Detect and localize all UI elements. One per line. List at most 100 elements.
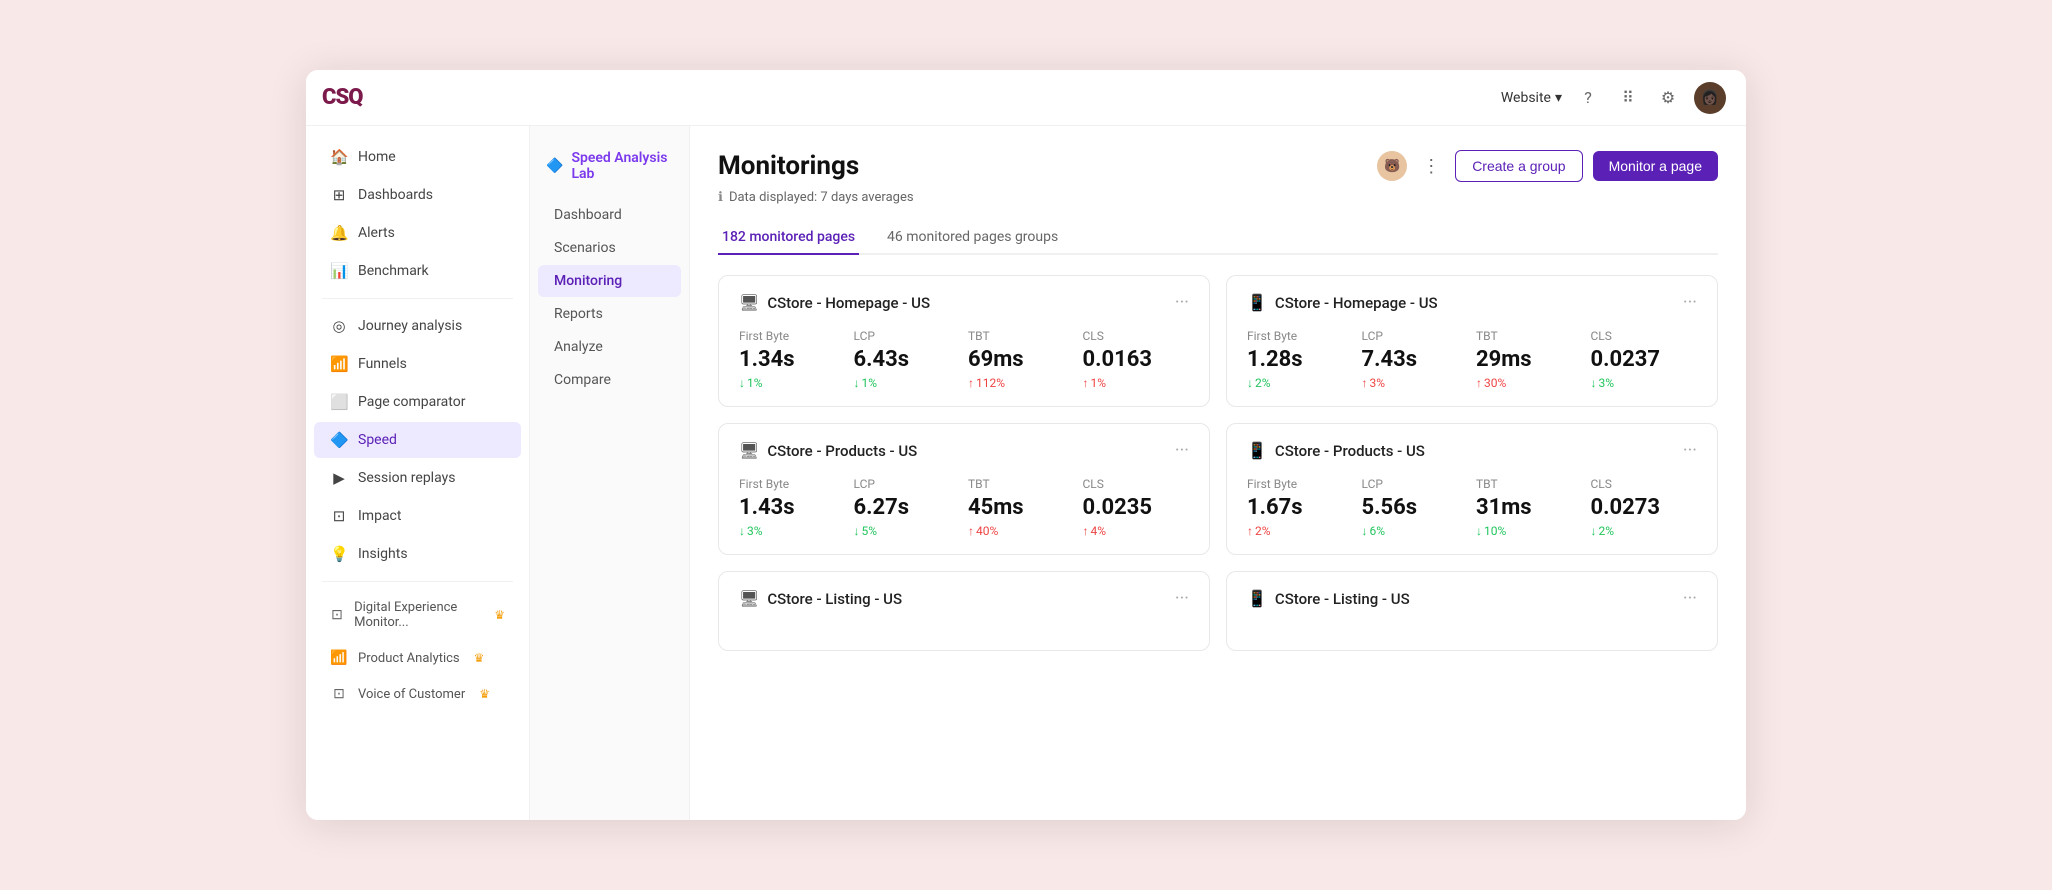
metric-label: LCP bbox=[854, 477, 961, 491]
create-group-button[interactable]: Create a group bbox=[1455, 150, 1582, 182]
sidebar-item-speed[interactable]: 🔷 Speed bbox=[314, 422, 521, 458]
card-title: CStore - Homepage - US bbox=[1275, 294, 1438, 312]
metric-label: CLS bbox=[1083, 477, 1190, 491]
card-more-icon[interactable]: ··· bbox=[1683, 440, 1697, 461]
monitoring-card-3: 🖥 CStore - Products - US ··· First Byte … bbox=[718, 423, 1210, 555]
crown-icon: ♛ bbox=[474, 651, 485, 665]
metric-change: 112% bbox=[968, 376, 1075, 390]
metric-change: 1% bbox=[854, 376, 961, 390]
metric-label: TBT bbox=[1476, 329, 1583, 343]
metric-label: CLS bbox=[1083, 329, 1190, 343]
data-info-text: Data displayed: 7 days averages bbox=[729, 190, 914, 205]
nav-divider-1 bbox=[322, 298, 513, 299]
metric-value: 7.43s bbox=[1362, 347, 1469, 372]
monitoring-card-4: 📱 CStore - Products - US ··· First Byte … bbox=[1226, 423, 1718, 555]
sidebar-item-product-analytics[interactable]: 📶 Product Analytics ♛ bbox=[314, 641, 521, 675]
card-title: CStore - Homepage - US bbox=[767, 294, 930, 312]
sidebar-item-voice-of-customer[interactable]: ⊡ Voice of Customer ♛ bbox=[314, 677, 521, 711]
metric-change: 2% bbox=[1591, 524, 1698, 538]
website-selector[interactable]: Website ▾ bbox=[1501, 90, 1562, 106]
tab-monitored-pages[interactable]: 182 monitored pages bbox=[718, 221, 859, 255]
sidebar-item-page-comparator[interactable]: ⬜ Page comparator bbox=[314, 384, 521, 420]
metric-value: 6.27s bbox=[854, 495, 961, 520]
card-more-icon[interactable]: ··· bbox=[1175, 440, 1189, 461]
metric-cls: CLS 0.0235 4% bbox=[1083, 477, 1190, 538]
sub-sidebar: 🔷 Speed Analysis Lab Dashboard Scenarios… bbox=[530, 126, 690, 820]
metric-change: 6% bbox=[1362, 524, 1469, 538]
metric-lcp: LCP 6.43s 1% bbox=[854, 329, 961, 390]
apps-grid-icon[interactable]: ⠿ bbox=[1614, 84, 1642, 112]
sidebar-item-label: Session replays bbox=[358, 470, 455, 486]
sidebar-item-session-replays[interactable]: ▶ Session replays bbox=[314, 460, 521, 496]
sidebar-item-funnels[interactable]: 📶 Funnels bbox=[314, 346, 521, 382]
metrics-row: First Byte 1.43s 3% LCP 6.27s 5% TBT 45m… bbox=[739, 477, 1189, 538]
metric-value: 29ms bbox=[1476, 347, 1583, 372]
desktop-icon: 🖥 bbox=[739, 441, 759, 460]
card-more-icon[interactable]: ··· bbox=[1683, 292, 1697, 313]
card-title-row: 🖥 CStore - Homepage - US bbox=[739, 293, 930, 312]
metric-value: 0.0237 bbox=[1591, 347, 1698, 372]
sidebar-item-impact[interactable]: ⊡ Impact bbox=[314, 498, 521, 534]
left-sidebar: 🏠 Home ⊞ Dashboards 🔔 Alerts 📊 Benchmark… bbox=[306, 126, 530, 820]
metrics-row: First Byte 1.28s 2% LCP 7.43s 3% TBT 29m… bbox=[1247, 329, 1697, 390]
metrics-row: First Byte 1.67s 2% LCP 5.56s 6% TBT 31m… bbox=[1247, 477, 1697, 538]
metric-value: 6.43s bbox=[854, 347, 961, 372]
card-more-icon[interactable]: ··· bbox=[1683, 588, 1697, 609]
sidebar-item-label: Journey analysis bbox=[358, 318, 462, 334]
metric-value: 1.43s bbox=[739, 495, 846, 520]
info-icon: ℹ bbox=[718, 190, 723, 205]
metric-first-byte: First Byte 1.28s 2% bbox=[1247, 329, 1354, 390]
card-header: 📱 CStore - Products - US ··· bbox=[1247, 440, 1697, 461]
sidebar-item-journey-analysis[interactable]: ◎ Journey analysis bbox=[314, 308, 521, 344]
sub-nav-scenarios[interactable]: Scenarios bbox=[538, 232, 681, 264]
sidebar-item-label: Page comparator bbox=[358, 394, 465, 410]
sub-nav-reports[interactable]: Reports bbox=[538, 298, 681, 330]
sidebar-item-dashboards[interactable]: ⊞ Dashboards bbox=[314, 177, 521, 213]
sidebar-item-home[interactable]: 🏠 Home bbox=[314, 139, 521, 175]
card-header: 🖥 CStore - Listing - US ··· bbox=[739, 588, 1189, 609]
metric-change: 5% bbox=[854, 524, 961, 538]
sub-nav-analyze[interactable]: Analyze bbox=[538, 331, 681, 363]
help-icon[interactable]: ? bbox=[1574, 84, 1602, 112]
metric-label: First Byte bbox=[739, 329, 846, 343]
metric-change: 30% bbox=[1476, 376, 1583, 390]
sidebar-item-digital-exp[interactable]: ⊡ Digital Experience Monitor... ♛ bbox=[314, 591, 521, 639]
tab-monitored-groups[interactable]: 46 monitored pages groups bbox=[883, 221, 1062, 255]
card-title-row: 📱 CStore - Listing - US bbox=[1247, 589, 1410, 608]
user-avatar[interactable]: 👩🏿 bbox=[1694, 82, 1726, 114]
monitor-page-button[interactable]: Monitor a page bbox=[1593, 151, 1718, 181]
card-more-icon[interactable]: ··· bbox=[1175, 292, 1189, 313]
sub-nav-monitoring[interactable]: Monitoring bbox=[538, 265, 681, 297]
card-title: CStore - Listing - US bbox=[767, 590, 902, 608]
main-layout: 🏠 Home ⊞ Dashboards 🔔 Alerts 📊 Benchmark… bbox=[306, 126, 1746, 820]
session-replays-icon: ▶ bbox=[330, 469, 348, 487]
desktop-icon: 🖥 bbox=[739, 589, 759, 608]
card-title-row: 🖥 CStore - Products - US bbox=[739, 441, 917, 460]
sidebar-item-alerts[interactable]: 🔔 Alerts bbox=[314, 215, 521, 251]
sidebar-item-label: Product Analytics bbox=[358, 651, 460, 666]
sidebar-item-benchmark[interactable]: 📊 Benchmark bbox=[314, 253, 521, 289]
sidebar-item-label: Speed bbox=[358, 432, 397, 448]
speed-sub-icon: 🔷 bbox=[546, 158, 563, 174]
card-title-row: 📱 CStore - Homepage - US bbox=[1247, 293, 1438, 312]
tabs: 182 monitored pages 46 monitored pages g… bbox=[718, 221, 1718, 255]
metric-value: 69ms bbox=[968, 347, 1075, 372]
app-logo: CSQ bbox=[322, 85, 362, 110]
sub-sidebar-title: Speed Analysis Lab bbox=[571, 150, 673, 182]
sub-nav-dashboard[interactable]: Dashboard bbox=[538, 199, 681, 231]
sidebar-item-label: Impact bbox=[358, 508, 401, 524]
sub-nav-compare[interactable]: Compare bbox=[538, 364, 681, 396]
card-more-icon[interactable]: ··· bbox=[1175, 588, 1189, 609]
metric-change: 3% bbox=[1362, 376, 1469, 390]
dashboards-icon: ⊞ bbox=[330, 186, 348, 204]
metric-tbt: TBT 29ms 30% bbox=[1476, 329, 1583, 390]
metric-value: 1.28s bbox=[1247, 347, 1354, 372]
metric-label: First Byte bbox=[739, 477, 846, 491]
sidebar-item-label: Alerts bbox=[358, 225, 395, 241]
settings-icon[interactable]: ⚙ bbox=[1654, 84, 1682, 112]
metric-cls: CLS 0.0273 2% bbox=[1591, 477, 1698, 538]
more-options-icon[interactable]: ⋮ bbox=[1417, 152, 1445, 180]
metric-change: 3% bbox=[1591, 376, 1698, 390]
sidebar-item-insights[interactable]: 💡 Insights bbox=[314, 536, 521, 572]
metric-first-byte: First Byte 1.67s 2% bbox=[1247, 477, 1354, 538]
